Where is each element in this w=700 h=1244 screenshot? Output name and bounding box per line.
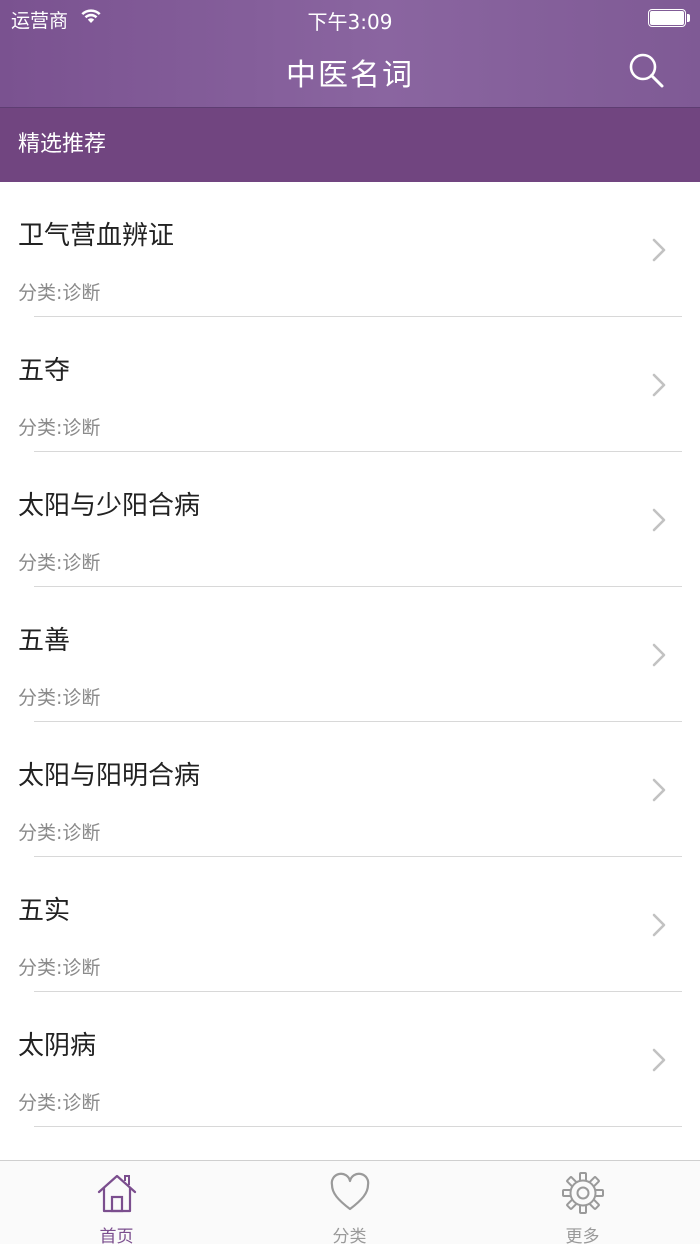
item-category: 分类:诊断 <box>18 417 101 439</box>
list-item[interactable]: 五善分类:诊断 <box>0 587 700 722</box>
item-category: 分类:诊断 <box>18 552 101 574</box>
item-category: 分类:诊断 <box>18 957 101 979</box>
list-item[interactable]: 五夺分类:诊断 <box>0 317 700 452</box>
item-title: 五善 <box>18 626 71 656</box>
chevron-right-icon <box>652 778 666 802</box>
tab-more[interactable]: 更多 <box>466 1161 699 1244</box>
tab-label: 更多 <box>565 1227 600 1244</box>
chevron-right-icon <box>652 913 666 937</box>
item-category: 分类:诊断 <box>18 822 101 844</box>
list-item[interactable]: 卫气营血辨证分类:诊断 <box>0 182 700 317</box>
top-bar: 运营商 下午3:09 中医名词 <box>0 0 700 108</box>
item-title: 太阳与少阳合病 <box>18 491 201 521</box>
item-category: 分类:诊断 <box>18 687 101 709</box>
status-time: 下午3:09 <box>307 10 393 34</box>
page-title: 中医名词 <box>286 58 414 93</box>
item-title: 太阴病 <box>18 1031 97 1061</box>
list-item[interactable]: 太阴病分类:诊断 <box>0 992 700 1127</box>
list-item[interactable]: 太阳与阳明合病分类:诊断 <box>0 722 700 857</box>
item-category: 分类:诊断 <box>18 1092 101 1114</box>
item-title: 五夺 <box>18 356 71 386</box>
chevron-right-icon <box>652 373 666 397</box>
item-title: 卫气营血辨证 <box>18 221 175 251</box>
term-list: 卫气营血辨证 分类:诊断 五夺 分类:诊断 太阳与少阳合病 分类:诊断 五善 分类:诊断 太阳与… <box>0 182 700 1127</box>
status-bar: 运营商 下午3:09 <box>0 0 700 36</box>
list-item[interactable]: 五实分类:诊断 <box>0 857 700 992</box>
tab-bar: 首页 分类 更多 <box>0 1160 700 1244</box>
tab-label: 分类 <box>332 1227 367 1244</box>
chevron-right-icon <box>652 1048 666 1072</box>
list-item[interactable]: 太阳与少阳合病分类:诊断 <box>0 452 700 587</box>
tab-label: 首页 <box>99 1227 134 1244</box>
battery-icon <box>648 9 690 27</box>
chevron-right-icon <box>652 508 666 532</box>
tab-category[interactable]: 分类 <box>233 1161 466 1244</box>
tab-home[interactable]: 首页 <box>0 1161 233 1244</box>
chevron-right-icon <box>652 643 666 667</box>
heart-icon <box>330 1172 369 1211</box>
item-category: 分类:诊断 <box>18 282 101 304</box>
chevron-right-icon <box>652 238 666 262</box>
search-icon[interactable] <box>626 50 666 90</box>
item-title: 五实 <box>18 896 71 926</box>
home-icon <box>97 1174 136 1213</box>
gear-icon <box>561 1172 604 1214</box>
section-header: 精选推荐 <box>0 108 700 182</box>
item-title: 太阳与阳明合病 <box>18 761 201 791</box>
divider <box>34 1126 682 1127</box>
